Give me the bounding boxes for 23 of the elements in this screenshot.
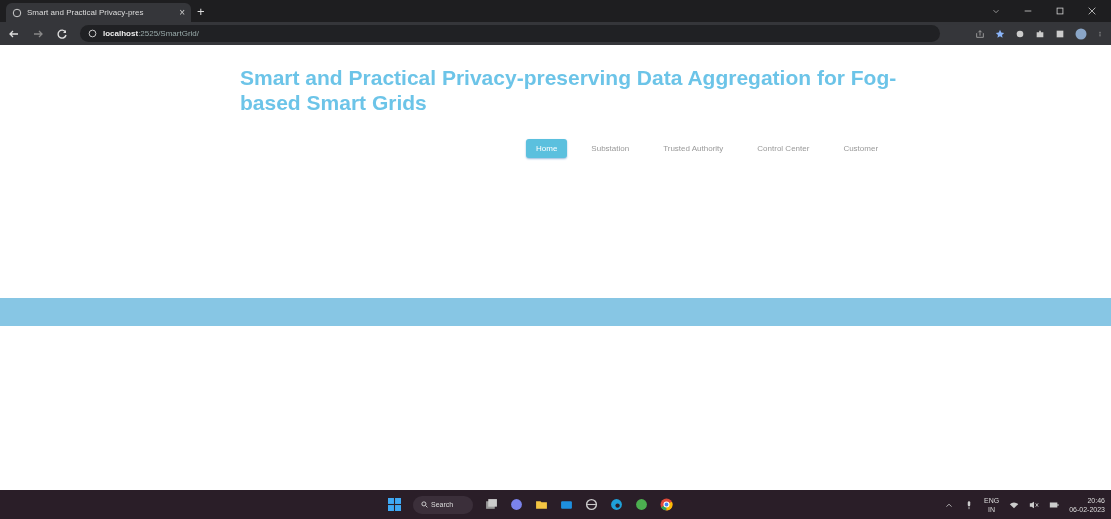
close-icon[interactable]: [1087, 6, 1097, 16]
address-bar[interactable]: localhost:2525/SmartGrid/: [80, 25, 940, 42]
page-title: Smart and Practical Privacy-preserving Data Aggregation for Fog-based Smart Grids: [240, 65, 898, 115]
close-tab-button[interactable]: ×: [179, 7, 185, 18]
search-icon: [421, 501, 428, 508]
folder-icon[interactable]: [535, 498, 548, 511]
share-icon[interactable]: [975, 28, 985, 39]
leaf-app-icon[interactable]: [635, 498, 648, 511]
task-view-icon[interactable]: [485, 498, 498, 511]
chrome-icon[interactable]: [660, 498, 673, 511]
mail-icon[interactable]: [560, 498, 573, 511]
speaker-icon[interactable]: [1029, 499, 1040, 510]
avatar-icon[interactable]: [1075, 27, 1087, 40]
browser-tab[interactable]: Smart and Practical Privacy-pres ×: [6, 3, 191, 22]
new-tab-button[interactable]: +: [197, 3, 205, 19]
edge-icon[interactable]: [610, 498, 623, 511]
star-icon[interactable]: [995, 28, 1005, 39]
circle-app-icon[interactable]: [585, 498, 598, 511]
chat-icon[interactable]: [510, 498, 523, 511]
reload-icon[interactable]: [56, 27, 68, 40]
start-icon[interactable]: [388, 498, 401, 511]
info-icon: [88, 29, 97, 38]
maximize-icon[interactable]: [1055, 6, 1065, 16]
